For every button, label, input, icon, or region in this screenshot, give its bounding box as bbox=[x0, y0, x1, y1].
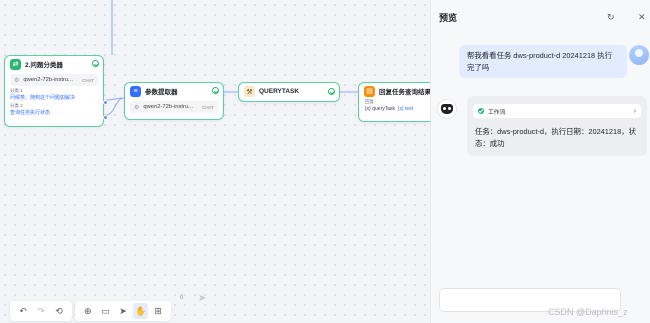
hand-icon[interactable]: ✋ bbox=[132, 303, 149, 319]
success-check-icon bbox=[212, 87, 219, 94]
history-icon[interactable]: ⟲ bbox=[51, 303, 67, 319]
bot-message: 工作流 › 任务：dws-product-d，执行日期：20241218，状态：… bbox=[467, 96, 647, 156]
workflow-canvas[interactable]: ⇄ 2.问题分类器 ⚙ qwen2-72b-instru... CHAT 分类 … bbox=[0, 0, 430, 323]
chevron-right-icon: › bbox=[633, 107, 636, 115]
watermark: CSDN @Daphnis_z bbox=[548, 307, 628, 317]
edges bbox=[105, 0, 358, 116]
classifier-icon: ⇄ bbox=[10, 58, 21, 70]
success-check-icon bbox=[92, 60, 99, 67]
output-port[interactable] bbox=[103, 100, 108, 105]
avatar bbox=[629, 45, 649, 65]
node-header: ▤ 回复任务查询结果 bbox=[359, 83, 430, 99]
success-check-icon bbox=[328, 88, 335, 95]
model-name: qwen2-72b-instru... bbox=[23, 77, 74, 83]
send-icon[interactable]: ➤ bbox=[198, 293, 206, 304]
node-query-task[interactable]: ⚒ QUERYTASK bbox=[238, 82, 340, 102]
bot-message-text: 任务：dws-product-d，执行日期：20241218，状态：成功 bbox=[475, 127, 637, 148]
class-item-1: 分类 1 问候类、随到这个问题如解决 bbox=[10, 88, 98, 101]
reply-label: 回复 bbox=[365, 99, 374, 104]
extractor-icon: ≡ bbox=[130, 85, 141, 97]
node-header: ⇄ 2.问题分类器 bbox=[5, 56, 103, 72]
note-icon[interactable]: ▭ bbox=[98, 303, 114, 319]
class-text: 问候类、随到这个问题如解决 bbox=[10, 94, 76, 101]
canvas-toolbar: ⊕ ▭ ➤ ✋ ⊞ bbox=[75, 301, 171, 321]
add-node-icon[interactable]: ⊕ bbox=[80, 303, 96, 319]
reply-variable: {x} queryTask {x} text bbox=[365, 106, 430, 112]
node-header: ≡ 参数提取器 bbox=[125, 83, 223, 99]
model-tag: CHAT bbox=[82, 77, 94, 83]
close-icon[interactable]: ✕ bbox=[638, 12, 646, 23]
undo-icon[interactable]: ↶ bbox=[15, 303, 31, 319]
user-message: 帮我看看任务 dws-product-d 20241218 执行完了吗 bbox=[459, 45, 627, 78]
node-title: 回复任务查询结果 bbox=[379, 89, 430, 96]
variable-name: queryTask bbox=[372, 106, 396, 112]
model-selector[interactable]: ⚙ qwen2-72b-instru... CHAT bbox=[10, 74, 98, 86]
node-title: 2.问题分类器 bbox=[25, 62, 63, 69]
preview-panel: 预览 ↻ ✕ 帮我看看任务 dws-product-d 20241218 执行完… bbox=[430, 0, 650, 323]
panel-title: 预览 bbox=[439, 13, 458, 23]
workflow-status-chip[interactable]: 工作流 › bbox=[473, 104, 641, 118]
class-item-2: 分类 2 查询任务执行状态 bbox=[10, 103, 98, 116]
history-toolbar: ↶ ↷ ⟲ bbox=[10, 301, 72, 321]
reply-icon: ▤ bbox=[364, 85, 375, 97]
class-text: 查询任务执行状态 bbox=[10, 109, 51, 116]
node-question-classifier[interactable]: ⇄ 2.问题分类器 ⚙ qwen2-72b-instru... CHAT 分类 … bbox=[4, 55, 108, 127]
output-port[interactable] bbox=[103, 115, 108, 120]
model-icon: ⚙ bbox=[14, 77, 20, 84]
redo-icon[interactable]: ↷ bbox=[33, 303, 49, 319]
tool-icon: ⚒ bbox=[244, 86, 255, 97]
variable-type: {x} text bbox=[396, 106, 414, 112]
workflow-label: 工作流 bbox=[488, 109, 506, 116]
success-icon bbox=[478, 108, 484, 114]
refresh-icon[interactable]: ↻ bbox=[607, 12, 615, 23]
model-selector[interactable]: ⚙ qwen2-72b-instru... CHAT bbox=[130, 101, 218, 113]
bot-avatar bbox=[437, 99, 457, 119]
model-icon: ⚙ bbox=[134, 104, 140, 111]
input-char-count: 0 bbox=[180, 295, 184, 301]
node-title: QUERYTASK bbox=[259, 88, 300, 95]
node-header: ⚒ QUERYTASK bbox=[239, 83, 339, 100]
node-reply[interactable]: ▤ 回复任务查询结果 回复 {x} queryTask {x} text bbox=[358, 82, 430, 122]
model-name: qwen2-72b-instru... bbox=[143, 104, 194, 110]
node-title: 参数提取器 bbox=[145, 89, 178, 96]
node-param-extractor[interactable]: ≡ 参数提取器 ⚙ qwen2-72b-instru... CHAT bbox=[124, 82, 224, 120]
variable-icon: {x} bbox=[365, 106, 371, 112]
model-tag: CHAT bbox=[202, 104, 214, 110]
pointer-icon[interactable]: ➤ bbox=[115, 303, 131, 319]
layout-icon[interactable]: ⊞ bbox=[150, 303, 166, 319]
